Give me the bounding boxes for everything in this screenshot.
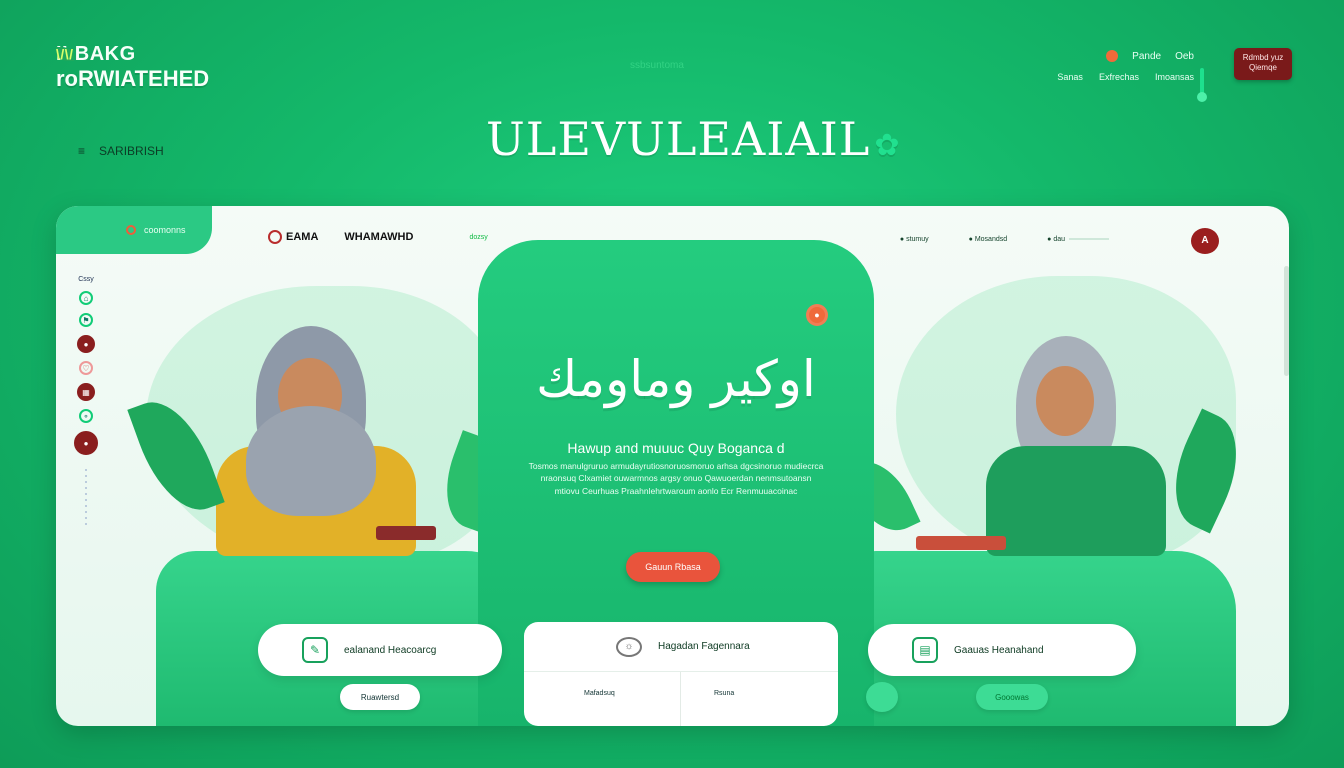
right-feature-card[interactable]: ▤ Gaauas Heanahand [868, 624, 1136, 676]
book-icon [376, 526, 436, 540]
user-avatar-button[interactable]: A [1191, 228, 1219, 254]
sidebar-home-icon[interactable]: ⌂ [79, 291, 93, 305]
nav-right-3[interactable]: ● dau [1047, 236, 1109, 243]
nav-right-1[interactable]: ● stumuy [900, 236, 929, 243]
top-item-pande[interactable]: Pande [1132, 51, 1161, 62]
sidebar-label: Cssy [78, 276, 94, 283]
panel-logo[interactable]: EAMA [268, 230, 318, 244]
book-icon: ✎ [302, 637, 328, 663]
left-mini-button[interactable]: Ruawtersd [340, 684, 420, 710]
left-person-illustration [216, 326, 416, 556]
ring-icon [126, 225, 136, 235]
center-card-label: Hagadan Fagennara [658, 641, 750, 652]
center-cta-button[interactable]: Gauun Rbasa [626, 552, 720, 582]
top-link-2[interactable]: Exfrechas [1099, 72, 1139, 82]
brand-logo[interactable]: ILBAKG \/\/ roRWIATEHED [56, 44, 209, 90]
notification-icon[interactable]: ● [806, 304, 828, 326]
book-icon [916, 536, 1006, 550]
left-card-label: ealanand Heacoarcg [344, 644, 437, 656]
top-link-3[interactable]: Imoansas [1155, 72, 1194, 82]
nav-menu-2[interactable]: dozsy [469, 234, 487, 241]
sidebar-calendar-icon[interactable]: ▦ [77, 383, 95, 401]
menu-icon: ≡ [78, 144, 86, 158]
language-switch[interactable]: ≡ SARIBRISH [78, 144, 164, 158]
center-bottom-card: ☼ Hagadan Fagennara Mafadsuq Rsuna [524, 622, 838, 726]
main-panel: coomonns EAMA WHAMAWHD dozsy ● stumuy ● … [56, 206, 1289, 726]
right-card-label: Gaauas Heanahand [954, 644, 1044, 656]
center-card-lbl-2: Rsuna [714, 690, 735, 697]
language-label: SARIBRISH [99, 144, 164, 158]
right-circle-icon[interactable] [866, 682, 898, 712]
sidebar-bookmark-icon[interactable]: ⚑ [79, 313, 93, 327]
top-right-nav: Pande Oeb Sanas Exfrechas Imoansas [1057, 50, 1207, 102]
hero-title: ULEVULEAIAIL ✿ [486, 112, 900, 166]
panel-tab[interactable]: coomonns [56, 206, 212, 254]
search-bar[interactable] [1069, 238, 1109, 241]
sidebar-profile-icon[interactable]: ● [74, 431, 98, 455]
panel-nav: EAMA WHAMAWHD dozsy [268, 230, 488, 244]
center-description: Tosmos manulgruruo armudayrutiosnoruosmo… [528, 461, 824, 496]
hero-title-text: ULEVULEAIAIL [486, 112, 871, 166]
sidebar-heart-icon[interactable]: ♡ [79, 361, 93, 375]
right-mini-button[interactable]: Gooowas [976, 684, 1048, 710]
center-card-lbl-1: Mafadsuq [584, 690, 615, 697]
top-item-oeb[interactable]: Oeb [1175, 51, 1194, 62]
logo-ring-icon [268, 230, 282, 244]
brand-line2: roRWIATEHED [56, 66, 210, 91]
mosque-icon: ☼ [616, 636, 642, 657]
top-center-label: ssbsuntoma [630, 60, 684, 71]
panel-nav-right: ● stumuy ● Mosandsd ● dau [900, 236, 1109, 243]
status-dot-icon [1106, 50, 1119, 62]
pin-icon [1197, 68, 1207, 102]
left-feature-card[interactable]: ✎ ealanand Heacoarcg [258, 624, 502, 676]
nav-right-2[interactable]: ● Mosandsd [969, 236, 1007, 243]
nav-menu-1[interactable]: WHAMAWHD [344, 231, 413, 243]
sidebar-user-icon[interactable]: ● [77, 335, 95, 353]
swirl-icon: ✿ [874, 128, 901, 163]
sidebar-chat-icon[interactable]: ⚬ [79, 409, 93, 423]
right-person-illustration [986, 336, 1166, 556]
panel-logo-text: EAMA [286, 230, 319, 243]
sidebar-progress-track [85, 469, 87, 529]
center-calligraphy: اوكير وماومك [536, 350, 816, 408]
leaf-icon: \/\/ [56, 46, 74, 62]
divider [680, 672, 681, 726]
scrollbar[interactable] [1284, 266, 1289, 376]
center-card-row[interactable]: ☼ Hagadan Fagennara [524, 622, 838, 672]
sidebar: Cssy ⌂ ⚑ ● ♡ ▦ ⚬ ● [68, 276, 104, 529]
header-cta-button[interactable]: Rdmbd yuz Qiemqe [1234, 48, 1292, 80]
document-icon: ▤ [912, 637, 938, 663]
top-link-1[interactable]: Sanas [1057, 72, 1083, 82]
center-subtitle: Hawup and muuuc Quy Boganca d [567, 440, 785, 456]
panel-tab-label: coomonns [144, 225, 186, 235]
